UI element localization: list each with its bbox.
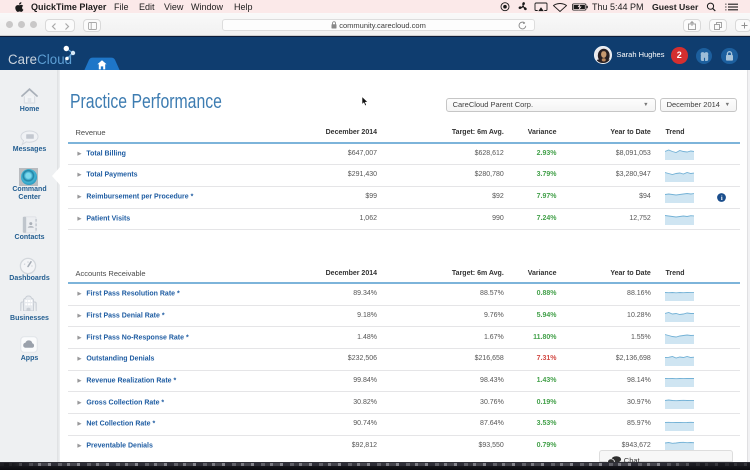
svg-text:i: i bbox=[720, 195, 722, 202]
